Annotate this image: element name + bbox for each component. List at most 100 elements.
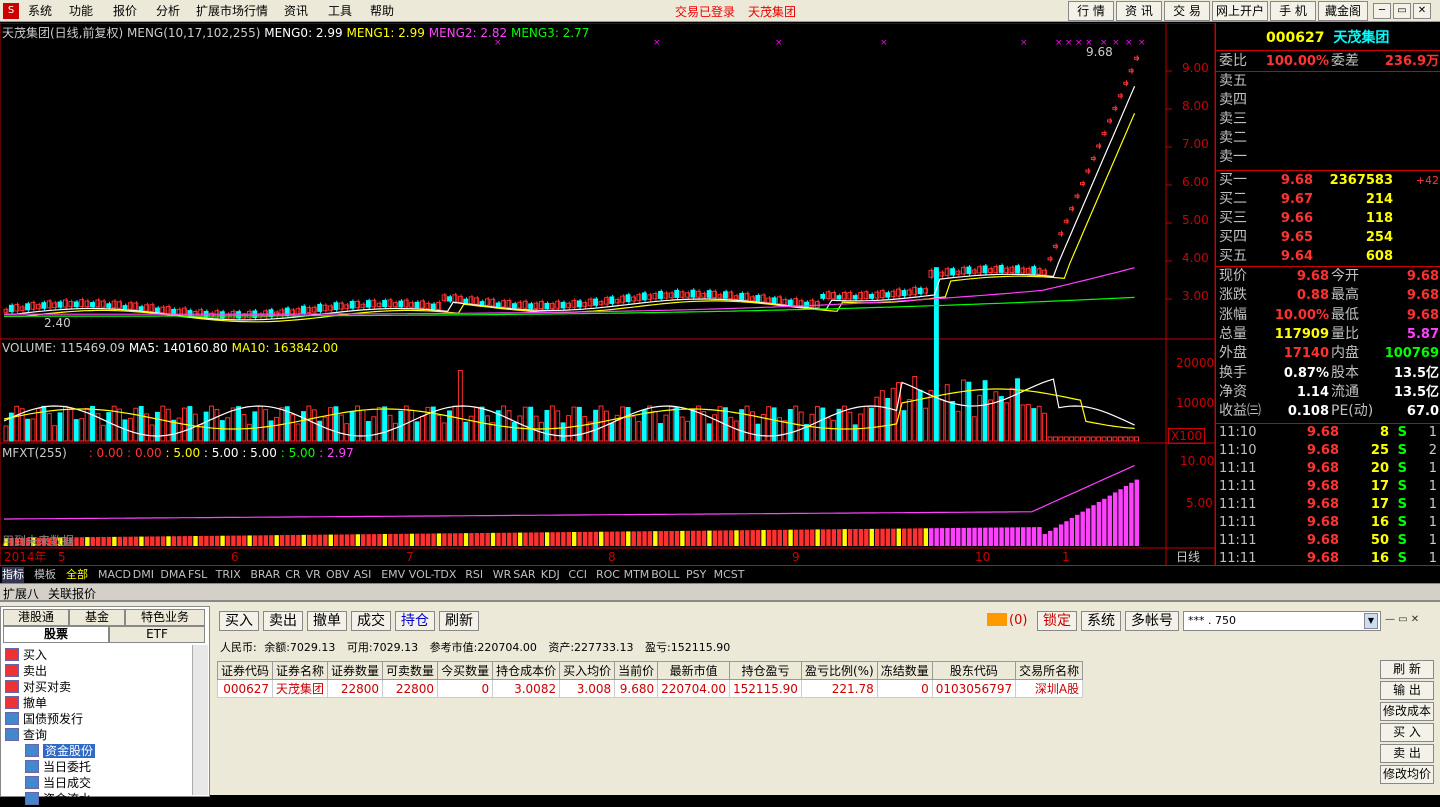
table-row[interactable]: 000627 天茂集团 22800 22800 0 3.0082 3.008 9.680 220… <box>216 679 1084 698</box>
column-header[interactable]: 持仓盈亏 <box>729 661 802 680</box>
column-header[interactable]: 冻结数量 <box>876 661 933 680</box>
action-button[interactable]: 买入 <box>219 611 259 631</box>
nav-item[interactable]: 资金股份 <box>25 743 96 759</box>
column-header[interactable]: 持仓成本价 <box>492 661 561 680</box>
kline-chart-area[interactable]: × × × × × × × × × × × × × 天茂集团(日线,前复权) MENG(10,17,10… <box>0 23 1215 583</box>
indicator-tab[interactable]: CCI <box>568 567 587 583</box>
column-header[interactable]: 今买数量 <box>437 661 494 680</box>
side-button[interactable]: 卖 出 <box>1380 744 1434 763</box>
indicator-tab[interactable]: 模板 <box>34 567 56 583</box>
toolbar-news-button[interactable]: 资 讯 <box>1116 1 1162 21</box>
column-header[interactable]: 证券数量 <box>327 661 384 680</box>
nav-tab-hk-connect[interactable]: 港股通 <box>3 609 69 626</box>
indicator-tab[interactable]: VR <box>306 567 321 583</box>
column-header[interactable]: 盈亏比例(%) <box>800 661 878 680</box>
action-button[interactable]: 撤单 <box>307 611 347 631</box>
action-button[interactable]: 刷新 <box>439 611 479 631</box>
indicator-tab[interactable]: ROC <box>596 567 620 583</box>
chevron-down-icon[interactable]: ▼ <box>1364 613 1378 629</box>
mail-box[interactable]: (0) <box>987 611 1031 631</box>
column-header[interactable]: 当前价 <box>614 661 659 680</box>
menu-quote[interactable]: 报价 <box>113 3 137 19</box>
nav-tab-stock[interactable]: 股票 <box>3 626 109 643</box>
toolbar-quote-button[interactable]: 行 情 <box>1068 1 1114 21</box>
side-button[interactable]: 买 入 <box>1380 723 1434 742</box>
nav-item[interactable]: 当日成交 <box>25 775 91 791</box>
candle-body <box>1112 106 1118 110</box>
indicator-tab[interactable]: DMA <box>160 567 186 583</box>
account-select[interactable]: *** . 750 ▼ <box>1183 611 1381 631</box>
chart-formula: MENG(10,17,102,255) <box>127 26 261 40</box>
indicator-tab[interactable]: PSY <box>686 567 706 583</box>
restore-button[interactable]: ▭ <box>1393 3 1411 19</box>
indicator-tab[interactable]: 全部 <box>66 567 88 583</box>
indicator-tab[interactable]: MTM <box>624 567 650 583</box>
nav-item[interactable]: 撤单 <box>5 695 47 711</box>
side-button[interactable]: 修改均价 <box>1380 765 1434 784</box>
indicator-tab[interactable]: SAR <box>513 567 535 583</box>
menu-news[interactable]: 资讯 <box>284 3 308 19</box>
toolbar-cangjinge-button[interactable]: 藏金阁 <box>1318 1 1368 21</box>
indicator-tab[interactable]: MACD <box>98 567 131 583</box>
minimize-button[interactable]: ─ <box>1373 3 1391 19</box>
side-button[interactable]: 输 出 <box>1380 681 1434 700</box>
toolbar-trade-button[interactable]: 交 易 <box>1164 1 1210 21</box>
indicator-tab[interactable]: OBV <box>326 567 349 583</box>
multi-account-button[interactable]: 多帐号 <box>1125 611 1179 631</box>
mfxt-bar <box>588 531 593 546</box>
indicator-tab[interactable]: ASI <box>354 567 372 583</box>
side-button[interactable]: 刷 新 <box>1380 660 1434 679</box>
close-button[interactable]: ✕ <box>1413 3 1431 19</box>
menu-ext-market[interactable]: 扩展市场行情 <box>196 3 268 19</box>
menu-analysis[interactable]: 分析 <box>156 3 180 19</box>
nav-tab-special[interactable]: 特色业务 <box>125 609 205 626</box>
nav-item[interactable]: 买入 <box>5 647 47 663</box>
indicator-tab[interactable]: WR <box>493 567 512 583</box>
nav-item[interactable]: 资金流水 <box>25 791 91 807</box>
nav-item[interactable]: 查询 <box>5 727 47 743</box>
lock-button[interactable]: 锁定 <box>1037 611 1077 631</box>
indicator-tab[interactable]: RSI <box>465 567 483 583</box>
mfxt-bar <box>534 532 539 546</box>
period-label[interactable]: 日线 <box>1176 550 1200 564</box>
toolbar-mobile-button[interactable]: 手 机 <box>1270 1 1316 21</box>
menu-system[interactable]: 系统 <box>28 3 52 19</box>
action-button[interactable]: 卖出 <box>263 611 303 631</box>
indicator-tab[interactable]: FSL <box>188 567 207 583</box>
nav-tab-fund[interactable]: 基金 <box>69 609 125 626</box>
indicator-tab[interactable]: BOLL <box>651 567 679 583</box>
indicator-tab[interactable]: TRIX <box>216 567 241 583</box>
menu-function[interactable]: 功能 <box>69 3 93 19</box>
side-button[interactable]: 修改成本 <box>1380 702 1434 721</box>
nav-scrollbar[interactable] <box>192 645 208 795</box>
column-header[interactable]: 交易所名称 <box>1015 661 1084 680</box>
nav-item[interactable]: 对买对卖 <box>5 679 71 695</box>
column-header[interactable]: 可卖数量 <box>382 661 439 680</box>
indicator-tab[interactable]: EMV <box>381 567 405 583</box>
indicator-tab[interactable]: DMI <box>133 567 154 583</box>
indicator-tab[interactable]: CR <box>285 567 300 583</box>
indicator-tab[interactable]: BRAR <box>250 567 280 583</box>
indicator-tab[interactable]: KDJ <box>541 567 560 583</box>
indicator-tab[interactable]: MCST <box>714 567 745 583</box>
panel-window-controls[interactable]: — ▭ ✕ <box>1385 614 1419 625</box>
column-header[interactable]: 股东代码 <box>931 661 1017 680</box>
indicator-tab[interactable]: VOL-TDX <box>409 567 457 583</box>
toolbar-open-account-button[interactable]: 网上开户 <box>1212 1 1268 21</box>
nav-item[interactable]: 国债预发行 <box>5 711 83 727</box>
column-header[interactable]: 买入均价 <box>559 661 616 680</box>
system-button[interactable]: 系统 <box>1081 611 1121 631</box>
menu-help[interactable]: 帮助 <box>370 3 394 19</box>
column-header[interactable]: 证券代码 <box>216 661 274 680</box>
action-button[interactable]: 成交 <box>351 611 391 631</box>
column-header[interactable]: 证券名称 <box>272 661 329 680</box>
candle-body <box>452 294 458 303</box>
menu-tools[interactable]: 工具 <box>328 3 352 19</box>
action-button[interactable]: 持仓 <box>395 611 435 631</box>
column-header[interactable]: 最新市值 <box>657 661 731 680</box>
nav-item[interactable]: 当日委托 <box>25 759 91 775</box>
nav-tab-etf[interactable]: ETF <box>109 626 205 643</box>
indicator-tab[interactable]: 指标 <box>2 567 24 583</box>
nav-item[interactable]: 卖出 <box>5 663 47 679</box>
volume-bar <box>631 416 636 442</box>
